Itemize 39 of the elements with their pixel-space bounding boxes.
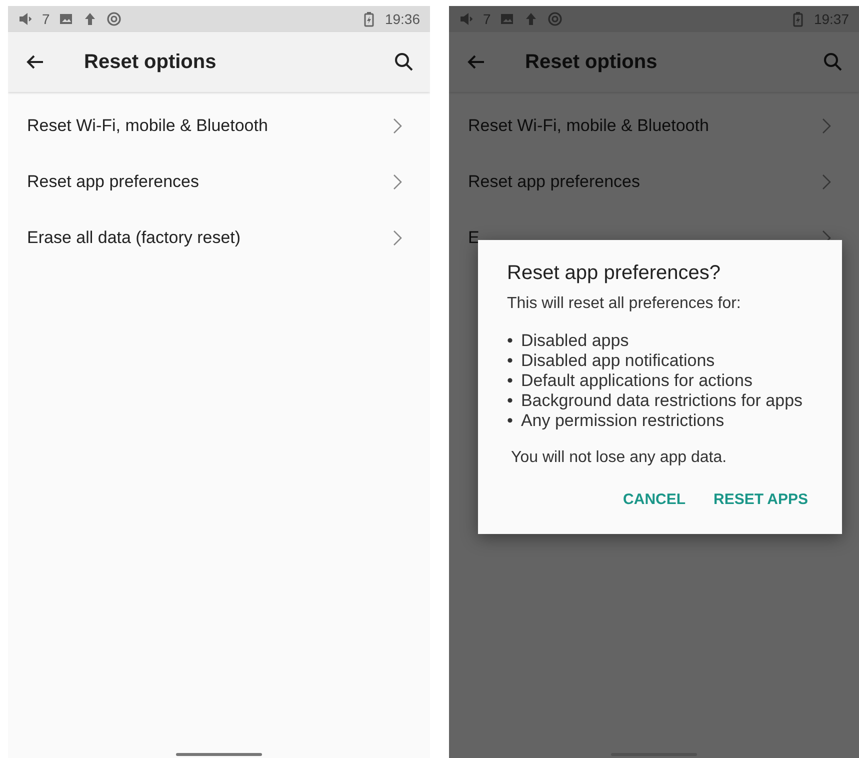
bullet-item: Default applications for actions [520,371,752,391]
bullet-item: Disabled app notifications [520,351,715,371]
dialog-button[interactable]: RESET APPS [704,483,818,516]
clock-time: 19:36 [384,11,420,27]
dialog-button[interactable]: CANCEL [613,483,696,516]
dialog-text: This will reset all preferences for: [507,295,742,313]
back-arrow-icon[interactable] [26,54,44,70]
chevron-right-icon [822,174,831,190]
settings-item[interactable]: E [468,228,480,247]
chevron-right-icon [393,174,402,190]
settings-item[interactable]: Reset app preferences [27,172,199,191]
chevron-right-icon [393,118,402,134]
bullet-mark: • [507,391,513,411]
settings-item[interactable]: Reset Wi-Fi, mobile & Bluetooth [27,116,268,135]
home-handle[interactable] [176,753,262,756]
bullet-mark: • [507,351,513,371]
dialog-note: You will not lose any app data. [511,449,728,467]
settings-item[interactable]: Reset app preferences [468,172,640,191]
bullet-mark: • [507,411,513,431]
hotspot-icon [106,11,122,27]
settings-item[interactable]: Reset Wi-Fi, mobile & Bluetooth [468,116,709,135]
hotspot-icon [546,11,563,27]
screen-title: Reset options [84,50,218,74]
chevron-right-icon [822,118,831,134]
bullet-item: Any permission restrictions [520,411,724,431]
dialog-title: Reset app preferences? [507,262,722,285]
speaker-icon [18,11,34,27]
image-icon [58,11,74,27]
bullet-item: Background data restrictions for apps [520,391,803,411]
settings-item[interactable]: Erase all data (factory reset) [27,228,241,247]
search-icon[interactable] [394,52,414,72]
chevron-right-icon [393,230,402,246]
bullet-item: Disabled apps [520,331,629,351]
notification-count: 7 [42,11,50,27]
bullet-mark: • [507,371,513,391]
screen-title: Reset options [525,50,658,74]
image-icon [498,11,515,27]
speaker-icon [459,11,475,27]
bullet-mark: • [507,331,513,351]
